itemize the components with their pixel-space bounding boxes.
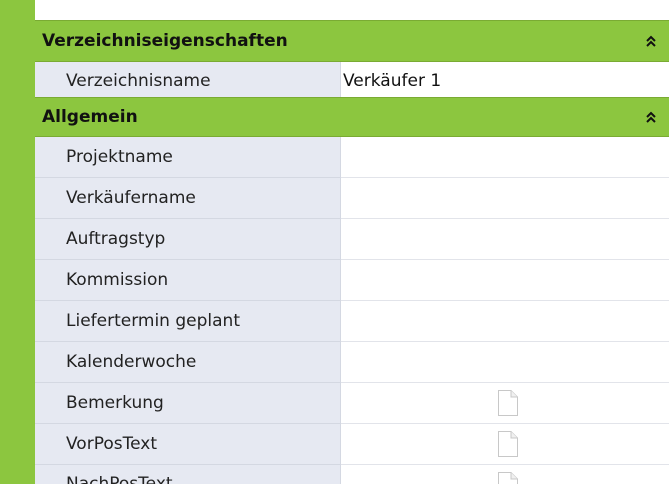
property-value-field[interactable]: Verkäufer 1 [341,62,669,100]
property-label-cell: VorPosText [35,424,341,465]
property-row[interactable]: Kalenderwoche [35,342,669,383]
property-label: VorPosText [66,434,157,454]
property-value-field[interactable] [341,465,669,484]
property-row[interactable]: Verkäufername [35,178,669,219]
property-label-cell: Bemerkung [35,383,341,424]
collapse-chevrons-up-icon[interactable] [641,31,661,51]
property-label: Liefertermin geplant [66,311,240,331]
document-icon[interactable] [497,389,519,417]
document-icon[interactable] [497,471,519,484]
property-row[interactable]: Projektname [35,137,669,178]
property-value-field[interactable] [341,137,669,178]
property-value-field[interactable] [341,424,669,465]
property-value-field[interactable] [341,178,669,219]
property-label-cell: Verkäufername [35,178,341,219]
property-row[interactable]: NachPosText [35,465,669,484]
property-label-cell: Auftragstyp [35,219,341,260]
property-value-field[interactable] [341,342,669,383]
property-label: Kalenderwoche [66,352,197,372]
property-label-cell: Kalenderwoche [35,342,341,383]
property-row[interactable]: Liefertermin geplant [35,301,669,342]
property-label-cell: Kommission [35,260,341,301]
property-label: Auftragstyp [66,229,166,249]
collapse-chevrons-up-icon[interactable] [641,107,661,127]
property-label-cell: NachPosText [35,465,341,484]
property-label: Verkäufername [66,188,196,208]
property-label: Verzeichnisname [66,70,211,91]
section-title: Verzeichniseigenschaften [42,31,288,51]
section-header-verzeichniseigenschaften[interactable]: Verzeichniseigenschaften [35,20,669,62]
property-row[interactable]: Verzeichnisname Verkäufer 1 [35,62,669,100]
property-row[interactable]: Auftragstyp [35,219,669,260]
property-grid: Verzeichniseigenschaften Verzeichnisname… [0,0,669,484]
property-label-cell: Verzeichnisname [35,62,341,100]
property-value: Verkäufer 1 [343,70,442,91]
property-row[interactable]: Kommission [35,260,669,301]
document-icon[interactable] [497,430,519,458]
property-label-cell: Projektname [35,137,341,178]
property-label: Bemerkung [66,393,164,413]
property-row[interactable]: VorPosText [35,424,669,465]
property-value-field[interactable] [341,301,669,342]
section-header-allgemein[interactable]: Allgemein [35,97,669,137]
section-title: Allgemein [42,107,138,127]
property-label-cell: Liefertermin geplant [35,301,341,342]
property-row[interactable]: Bemerkung [35,383,669,424]
property-label: Projektname [66,147,173,167]
property-value-field[interactable] [341,219,669,260]
property-label: NachPosText [66,474,173,484]
property-value-field[interactable] [341,260,669,301]
property-label: Kommission [66,270,169,290]
property-value-field[interactable] [341,383,669,424]
